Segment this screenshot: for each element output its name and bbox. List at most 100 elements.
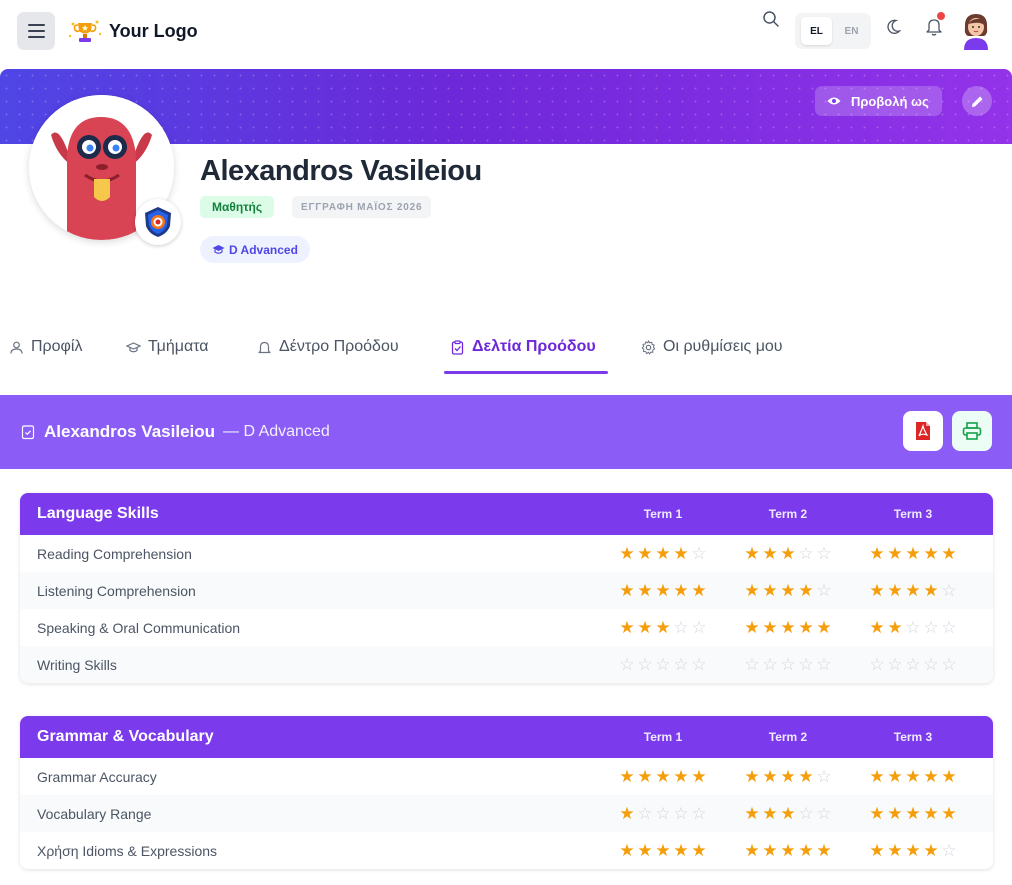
star-empty-icon: ☆ <box>619 655 635 674</box>
star-empty-icon: ☆ <box>941 618 957 637</box>
term-header: Term 2 <box>768 730 808 744</box>
star-filled-icon: ★ <box>655 841 671 860</box>
edit-profile-button[interactable] <box>962 86 992 116</box>
shield-target-icon <box>145 207 171 237</box>
star-filled-icon: ★ <box>798 767 814 786</box>
card-header: Grammar & Vocabulary Term 1 Term 2 Term … <box>20 716 993 758</box>
level-badge[interactable]: D Advanced <box>200 236 310 263</box>
report-student-name: Alexandros Vasileiou <box>44 422 216 441</box>
star-rating: ★ ☆ ☆ ☆ ☆ <box>613 805 713 822</box>
star-empty-icon: ☆ <box>816 655 832 674</box>
lang-el-button[interactable]: EL <box>801 17 832 45</box>
star-filled-icon: ★ <box>887 804 903 823</box>
table-row: Listening Comprehension ★ ★ ★ ★ ★ ★ ★ ★ ★ ☆ ★ ★ ★ ★ ☆ <box>20 572 993 609</box>
star-empty-icon: ☆ <box>762 655 778 674</box>
logo[interactable]: Your Logo <box>67 18 198 44</box>
tab-progress-tree[interactable]: Δέντρο Προόδου <box>257 336 399 358</box>
star-filled-icon: ★ <box>637 544 653 563</box>
term-header: Term 3 <box>893 730 933 744</box>
star-filled-icon: ★ <box>780 767 796 786</box>
star-filled-icon: ★ <box>655 581 671 600</box>
star-empty-icon: ☆ <box>798 655 814 674</box>
star-rating: ☆ ☆ ☆ ☆ ☆ <box>863 656 963 673</box>
star-filled-icon: ★ <box>673 544 689 563</box>
skill-card-grammar: Grammar & Vocabulary Term 1 Term 2 Term … <box>20 716 993 869</box>
star-empty-icon: ☆ <box>887 655 903 674</box>
star-empty-icon: ☆ <box>905 655 921 674</box>
star-empty-icon: ☆ <box>637 655 653 674</box>
term-header: Term 1 <box>643 730 683 744</box>
star-rating: ★ ★ ★ ★ ☆ <box>863 582 963 599</box>
star-rating: ★ ★ ★ ★ ☆ <box>738 768 838 785</box>
star-filled-icon: ★ <box>923 767 939 786</box>
star-rating: ★ ★ ★ ★ ★ <box>863 545 963 562</box>
skill-label: Grammar Accuracy <box>37 768 157 785</box>
tab-settings-label: Οι ρυθμίσεις μου <box>663 338 783 355</box>
table-row: Grammar Accuracy ★ ★ ★ ★ ★ ★ ★ ★ ★ ☆ ★ ★ ★ ★ ★ <box>20 758 993 795</box>
table-row: Reading Comprehension ★ ★ ★ ★ ☆ ★ ★ ★ ☆ ☆ ★ ★ ★ ★ ★ <box>20 535 993 572</box>
star-empty-icon: ☆ <box>798 544 814 563</box>
star-filled-icon: ★ <box>941 544 957 563</box>
star-empty-icon: ☆ <box>816 767 832 786</box>
view-as-button[interactable]: Προβολή ως <box>815 86 942 116</box>
star-rating: ★ ★ ★ ☆ ☆ <box>738 545 838 562</box>
star-empty-icon: ☆ <box>941 655 957 674</box>
pencil-icon <box>971 96 982 107</box>
gear-icon <box>641 339 656 355</box>
star-filled-icon: ★ <box>619 767 635 786</box>
star-filled-icon: ★ <box>762 544 778 563</box>
star-filled-icon: ★ <box>744 544 760 563</box>
star-filled-icon: ★ <box>762 618 778 637</box>
star-filled-icon: ★ <box>869 618 885 637</box>
lang-en-button[interactable]: EN <box>836 17 867 45</box>
star-filled-icon: ★ <box>762 767 778 786</box>
term-header: Term 2 <box>768 507 808 521</box>
print-button[interactable] <box>952 411 992 451</box>
star-filled-icon: ★ <box>905 804 921 823</box>
notification-dot <box>937 12 945 20</box>
star-filled-icon: ★ <box>655 767 671 786</box>
export-pdf-button[interactable] <box>903 411 943 451</box>
search-icon[interactable] <box>762 10 780 28</box>
view-as-label: Προβολή ως <box>851 93 929 109</box>
star-filled-icon: ★ <box>923 841 939 860</box>
star-filled-icon: ★ <box>887 841 903 860</box>
star-empty-icon: ☆ <box>655 655 671 674</box>
star-filled-icon: ★ <box>744 618 760 637</box>
star-filled-icon: ★ <box>744 767 760 786</box>
star-rating: ★ ★ ★ ★ ★ <box>863 768 963 785</box>
star-filled-icon: ★ <box>905 581 921 600</box>
star-empty-icon: ☆ <box>941 841 957 860</box>
moon-icon[interactable] <box>885 19 901 35</box>
user-avatar[interactable] <box>958 10 994 50</box>
trophy-logo-icon <box>68 20 102 42</box>
bell-icon[interactable] <box>925 17 943 37</box>
star-empty-icon: ☆ <box>816 804 832 823</box>
tab-settings[interactable]: Οι ρυθμίσεις μου <box>641 336 783 358</box>
star-rating: ★ ★ ★ ☆ ☆ <box>613 619 713 636</box>
star-filled-icon: ★ <box>655 544 671 563</box>
pdf-icon <box>916 422 930 440</box>
star-filled-icon: ★ <box>887 767 903 786</box>
clipboard-check-icon <box>21 425 35 440</box>
star-filled-icon: ★ <box>798 581 814 600</box>
hamburger-icon <box>27 24 45 26</box>
star-filled-icon: ★ <box>869 841 885 860</box>
star-filled-icon: ★ <box>637 618 653 637</box>
star-empty-icon: ☆ <box>691 804 707 823</box>
table-row: Vocabulary Range ★ ☆ ☆ ☆ ☆ ★ ★ ★ ☆ ☆ ★ ★ ★ ★ ★ <box>20 795 993 832</box>
tab-profile[interactable]: Προφίλ <box>9 336 82 358</box>
tab-classes[interactable]: Τμήματα <box>126 336 209 358</box>
star-filled-icon: ★ <box>691 767 707 786</box>
tab-progress-reports[interactable]: Δελτία Προόδου <box>450 336 596 358</box>
menu-toggle-button[interactable] <box>17 12 55 50</box>
tab-progress-reports-label: Δελτία Προόδου <box>472 338 596 355</box>
star-filled-icon: ★ <box>887 618 903 637</box>
star-empty-icon: ☆ <box>923 618 939 637</box>
star-filled-icon: ★ <box>816 841 832 860</box>
star-empty-icon: ☆ <box>798 804 814 823</box>
profile-name: Alexandros Vasileiou <box>200 155 482 187</box>
clipboard-check-icon <box>451 339 464 355</box>
star-filled-icon: ★ <box>923 544 939 563</box>
top-bar: Your Logo EL EN <box>0 0 1012 64</box>
